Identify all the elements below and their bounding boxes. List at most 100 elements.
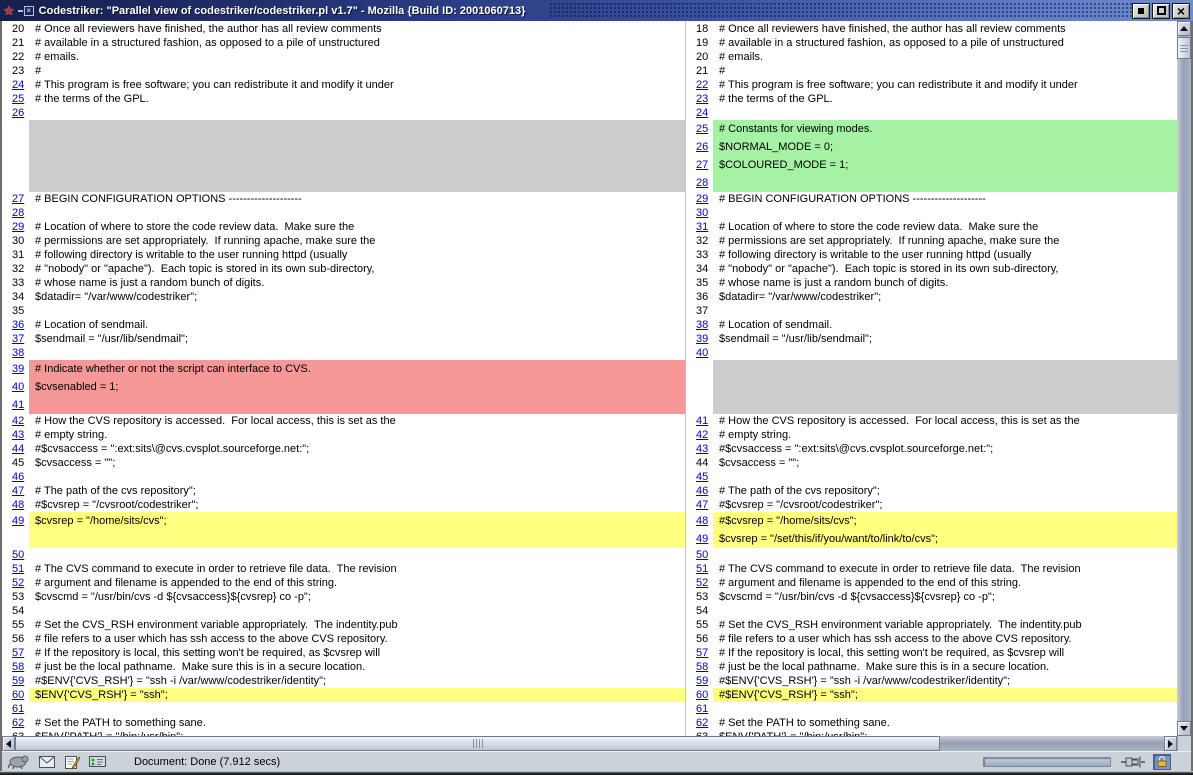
line-number-link[interactable]: 24 bbox=[2, 78, 29, 92]
line-number-link[interactable]: 45 bbox=[686, 470, 713, 484]
scroll-down-button[interactable] bbox=[1177, 721, 1191, 736]
line-number-link[interactable]: 60 bbox=[686, 688, 713, 702]
code-text: # BEGIN CONFIGURATION OPTIONS ----------… bbox=[29, 192, 685, 206]
line-number-link[interactable]: 41 bbox=[2, 396, 29, 414]
line-number-link[interactable]: 59 bbox=[686, 674, 713, 688]
minimize-button[interactable] bbox=[1132, 3, 1150, 19]
security-lock-button[interactable] bbox=[1153, 754, 1171, 770]
line-number-link[interactable]: 43 bbox=[686, 442, 713, 456]
code-text: $cvscmd = "/usr/bin/cvs -d ${cvsaccess}$… bbox=[29, 590, 685, 604]
code-text: # empty string. bbox=[713, 428, 1177, 442]
maximize-button[interactable] bbox=[1152, 3, 1170, 19]
line-number-link[interactable]: 27 bbox=[686, 156, 713, 174]
line-number-link[interactable]: 40 bbox=[2, 378, 29, 396]
code-line-row: 54 bbox=[2, 604, 685, 618]
vertical-scrollbar[interactable] bbox=[1177, 21, 1191, 736]
code-text bbox=[29, 206, 685, 220]
code-line-row: 32# permissions are set appropriately. I… bbox=[686, 234, 1177, 248]
line-number-link[interactable]: 25 bbox=[2, 92, 29, 106]
code-text: # The path of the cvs repository"; bbox=[29, 484, 685, 498]
line-number-link[interactable]: 26 bbox=[2, 106, 29, 120]
line-number-link[interactable]: 48 bbox=[2, 498, 29, 512]
line-number-link[interactable]: 40 bbox=[686, 346, 713, 360]
line-number-link[interactable]: 51 bbox=[2, 562, 29, 576]
line-number-link[interactable]: 29 bbox=[2, 220, 29, 234]
code-text: # bbox=[29, 64, 685, 78]
line-number-link[interactable]: 30 bbox=[686, 206, 713, 220]
address-book-icon[interactable] bbox=[89, 755, 106, 768]
line-number-link[interactable]: 24 bbox=[686, 106, 713, 120]
vertical-scrollbar-track[interactable] bbox=[1177, 60, 1191, 721]
line-number-link[interactable]: 58 bbox=[2, 660, 29, 674]
line-number-link[interactable]: 46 bbox=[686, 484, 713, 498]
line-number-link[interactable]: 36 bbox=[2, 318, 29, 332]
vertical-scrollbar-thumb[interactable] bbox=[1177, 37, 1191, 59]
line-number-link[interactable]: 39 bbox=[2, 360, 29, 378]
online-plug-icon[interactable] bbox=[1121, 756, 1145, 768]
code-text: # Indicate whether or not the script can… bbox=[29, 360, 685, 378]
line-number-link[interactable]: 31 bbox=[686, 220, 713, 234]
line-number-link[interactable]: 62 bbox=[686, 716, 713, 730]
line-number-link[interactable]: 37 bbox=[2, 332, 29, 346]
scroll-left-button[interactable] bbox=[2, 736, 15, 751]
horizontal-scrollbar-thumb[interactable] bbox=[15, 736, 940, 751]
code-text: # the terms of the GPL. bbox=[29, 92, 685, 106]
line-number-link[interactable]: 51 bbox=[686, 562, 713, 576]
close-button[interactable]: × bbox=[1172, 3, 1190, 19]
line-number-link[interactable]: 26 bbox=[686, 138, 713, 156]
line-number-link[interactable]: 52 bbox=[2, 576, 29, 590]
titlebar: ★ × Codestriker: "Parallel view of codes… bbox=[0, 0, 1193, 21]
line-number-link[interactable]: 49 bbox=[2, 512, 29, 530]
line-number-link[interactable]: 42 bbox=[2, 414, 29, 428]
window-pin-icon[interactable]: × bbox=[18, 6, 34, 16]
line-number-link[interactable]: 29 bbox=[686, 192, 713, 206]
line-number-link[interactable]: 27 bbox=[2, 192, 29, 206]
line-number-link[interactable]: 50 bbox=[2, 548, 29, 562]
code-text bbox=[29, 346, 685, 360]
line-number-link[interactable]: 52 bbox=[686, 576, 713, 590]
code-text: # empty string. bbox=[29, 428, 685, 442]
horizontal-scrollbar[interactable] bbox=[2, 736, 1191, 751]
code-text: # just be the local pathname. Make sure … bbox=[29, 660, 685, 674]
line-number-link[interactable]: 28 bbox=[686, 174, 713, 192]
line-number-link[interactable]: 57 bbox=[2, 646, 29, 660]
code-text bbox=[713, 346, 1177, 360]
line-number-link[interactable]: 42 bbox=[686, 428, 713, 442]
line-number-link[interactable]: 46 bbox=[2, 470, 29, 484]
line-number-link[interactable]: 22 bbox=[686, 78, 713, 92]
code-text: $sendmail = "/usr/lib/sendmail"; bbox=[713, 332, 1177, 346]
line-number-link[interactable]: 58 bbox=[686, 660, 713, 674]
line-number-link[interactable]: 61 bbox=[686, 702, 713, 716]
line-number-link[interactable]: 48 bbox=[686, 512, 713, 530]
line-number-link[interactable]: 61 bbox=[2, 702, 29, 716]
arrow-down-icon bbox=[1180, 726, 1188, 731]
line-number-link[interactable]: 47 bbox=[686, 498, 713, 512]
code-text: # permissions are set appropriately. If … bbox=[713, 234, 1177, 248]
line-number-link[interactable]: 47 bbox=[2, 484, 29, 498]
line-number: 32 bbox=[2, 262, 29, 276]
horizontal-scrollbar-track[interactable] bbox=[940, 736, 1164, 751]
line-number-link[interactable]: 38 bbox=[2, 346, 29, 360]
line-number-link[interactable]: 39 bbox=[686, 332, 713, 346]
line-number-link[interactable]: 23 bbox=[686, 92, 713, 106]
scroll-right-button[interactable] bbox=[1164, 736, 1177, 751]
line-number: 55 bbox=[2, 618, 29, 632]
composer-page-icon[interactable] bbox=[64, 755, 80, 769]
line-number-link[interactable]: 62 bbox=[2, 716, 29, 730]
line-number-link[interactable]: 28 bbox=[2, 206, 29, 220]
line-number-link[interactable]: 43 bbox=[2, 428, 29, 442]
line-number-link[interactable]: 41 bbox=[686, 414, 713, 428]
code-line-row: 34$datadir= "/var/www/codestriker"; bbox=[2, 290, 685, 304]
navigator-lizard-icon[interactable] bbox=[8, 754, 30, 769]
line-number-link[interactable]: 50 bbox=[686, 548, 713, 562]
scroll-up-button[interactable] bbox=[1177, 21, 1191, 36]
line-number-link[interactable]: 25 bbox=[686, 120, 713, 138]
line-number-link[interactable]: 44 bbox=[2, 442, 29, 456]
line-number-link[interactable]: 57 bbox=[686, 646, 713, 660]
line-number-link[interactable]: 38 bbox=[686, 318, 713, 332]
line-number-link[interactable]: 49 bbox=[686, 530, 713, 548]
line-number-link[interactable]: 60 bbox=[2, 688, 29, 702]
line-number-link[interactable]: 59 bbox=[2, 674, 29, 688]
code-text: # following directory is writable to the… bbox=[713, 248, 1177, 262]
mail-envelope-icon[interactable] bbox=[39, 756, 55, 768]
